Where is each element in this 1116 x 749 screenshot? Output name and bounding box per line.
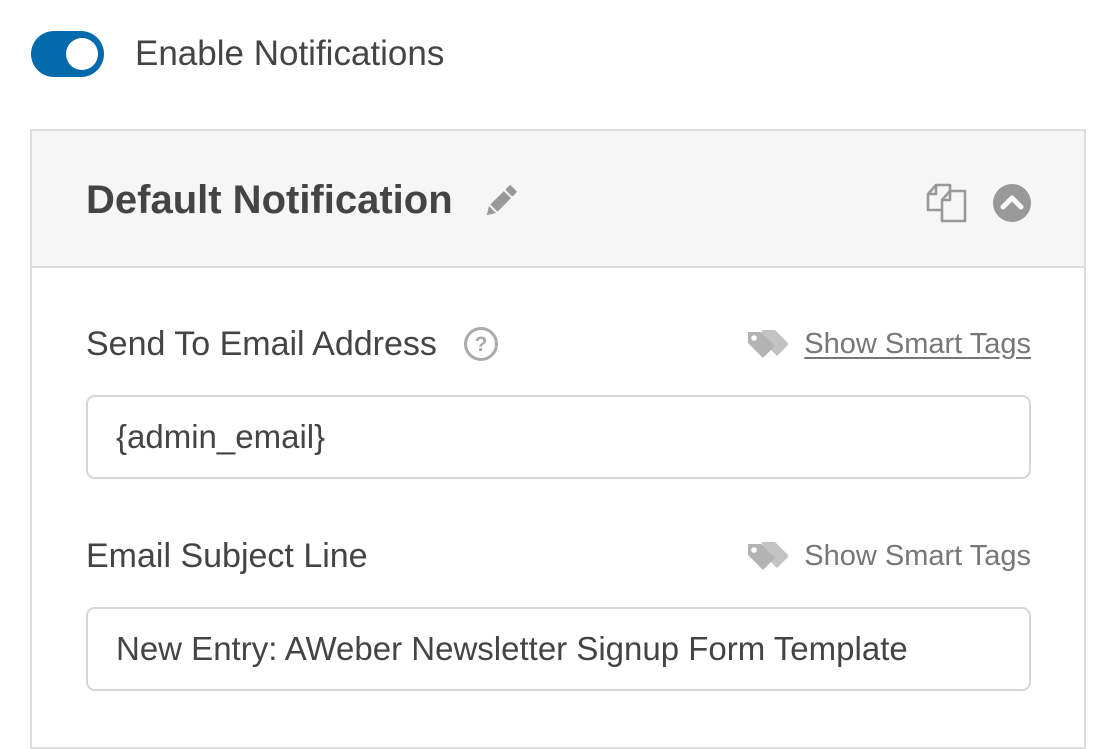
notification-title: Default Notification bbox=[86, 178, 453, 222]
show-smart-tags-link[interactable]: Show Smart Tags bbox=[746, 540, 1031, 573]
svg-text:?: ? bbox=[475, 333, 488, 356]
pencil-icon[interactable] bbox=[481, 181, 521, 221]
enable-notifications-row: Enable Notifications bbox=[31, 30, 444, 78]
send-to-email-field: Send To Email Address ? Show Smart Tags … bbox=[86, 322, 1031, 479]
field-label: Send To Email Address ? bbox=[86, 325, 499, 364]
field-label-row: Send To Email Address ? Show Smart Tags bbox=[86, 322, 1031, 366]
show-smart-tags-text[interactable]: Show Smart Tags bbox=[804, 540, 1031, 573]
show-smart-tags-link[interactable]: Show Smart Tags bbox=[746, 328, 1031, 361]
question-circle-icon[interactable]: ? bbox=[463, 326, 499, 362]
send-to-email-input[interactable]: {admin_email} bbox=[86, 395, 1031, 479]
toggle-knob bbox=[66, 38, 98, 70]
notification-panel-header: Default Notification bbox=[32, 131, 1084, 268]
enable-notifications-toggle[interactable] bbox=[31, 31, 104, 77]
email-subject-label: Email Subject Line bbox=[86, 536, 368, 575]
notification-panel: Default Notification Send To Email Addre… bbox=[30, 129, 1086, 749]
panel-header-actions bbox=[924, 180, 1032, 226]
email-subject-field: Email Subject Line Show Smart Tags New E… bbox=[86, 534, 1031, 691]
enable-notifications-label[interactable]: Enable Notifications bbox=[135, 34, 444, 74]
tags-icon bbox=[746, 328, 789, 360]
panel-title-row: Default Notification bbox=[86, 178, 521, 223]
chevron-up-circle-icon[interactable] bbox=[992, 183, 1032, 223]
send-to-email-label: Send To Email Address bbox=[86, 324, 437, 363]
field-label: Email Subject Line bbox=[86, 537, 368, 576]
show-smart-tags-text[interactable]: Show Smart Tags bbox=[804, 328, 1031, 361]
duplicate-icon[interactable] bbox=[924, 180, 970, 226]
field-label-row: Email Subject Line Show Smart Tags bbox=[86, 534, 1031, 578]
tags-icon bbox=[746, 540, 789, 572]
email-subject-input[interactable]: New Entry: AWeber Newsletter Signup Form… bbox=[86, 607, 1031, 691]
